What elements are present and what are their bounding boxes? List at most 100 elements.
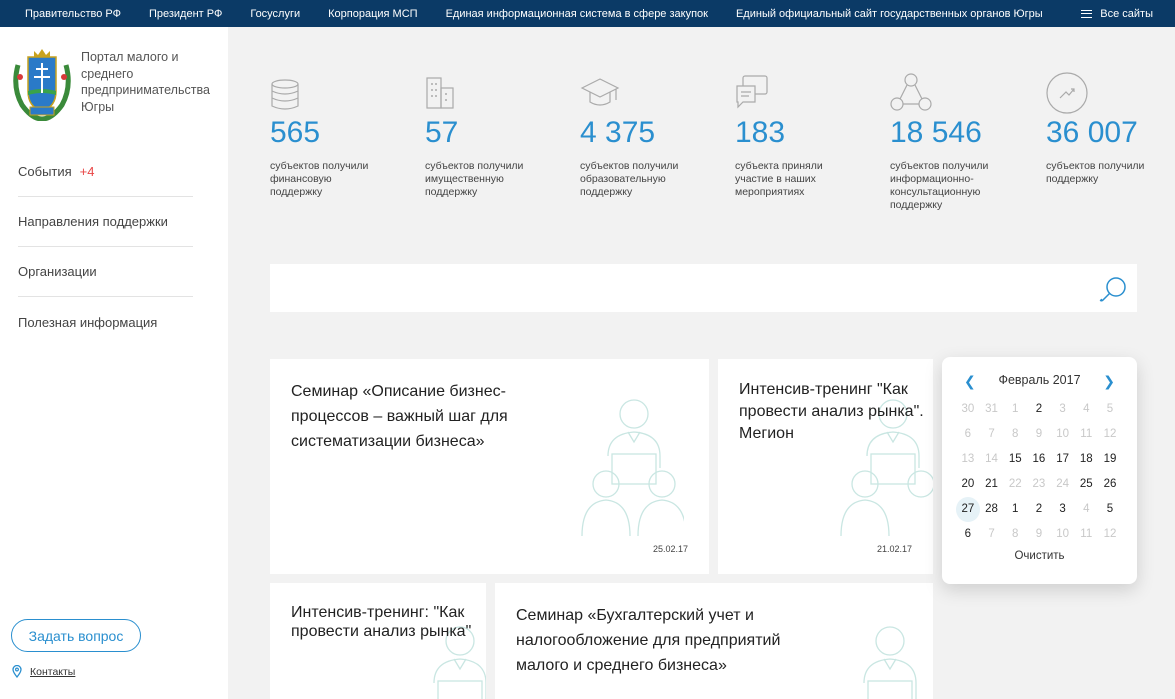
- calendar-day[interactable]: 18: [1074, 447, 1098, 472]
- sidebar-item-label: Организации: [18, 264, 97, 279]
- coat-of-arms-logo[interactable]: [10, 47, 74, 122]
- event-card[interactable]: Интенсив-тренинг "Как провести анализ ры…: [718, 359, 933, 574]
- calendar-clear-button[interactable]: Очистить: [942, 550, 1137, 562]
- card-date: 25.02.17: [652, 544, 688, 554]
- event-card[interactable]: Семинар «Бухгалтерский учет и налогообло…: [495, 583, 933, 699]
- calendar-day: 1: [1012, 403, 1019, 415]
- calendar-day: 24: [1056, 478, 1069, 490]
- audience-illustration: [581, 399, 684, 536]
- contacts-link[interactable]: Контакты: [12, 665, 75, 678]
- all-sites-label: Все сайты: [1100, 7, 1153, 20]
- calendar-day[interactable]: 3: [1051, 497, 1075, 522]
- menu-icon: [1081, 9, 1093, 18]
- calendar-day[interactable]: 16: [1027, 447, 1051, 472]
- calendar-day: 9: [1035, 428, 1043, 440]
- stat-education: 4 375 субъектов получили образовательную…: [580, 72, 720, 199]
- audience-illustration: [863, 626, 917, 699]
- search-input[interactable]: [270, 264, 1090, 312]
- calendar-day: 23: [1032, 478, 1046, 490]
- top-link-government[interactable]: Правительство РФ: [25, 8, 121, 20]
- calendar-day[interactable]: 19: [1098, 447, 1122, 472]
- calendar-day: 30: [961, 403, 975, 415]
- top-link-president[interactable]: Президент РФ: [149, 8, 222, 20]
- all-sites-button[interactable]: Все сайты: [1081, 0, 1153, 27]
- top-bar: Правительство РФ Президент РФ Госуслуги …: [0, 0, 1175, 27]
- calendar-day: 7: [988, 528, 995, 540]
- top-link-msp-corp[interactable]: Корпорация МСП: [328, 8, 417, 20]
- sidebar-item-support[interactable]: Направления поддержки: [18, 197, 193, 247]
- top-link-ugra-gov[interactable]: Единый официальный сайт государственных …: [736, 8, 1043, 20]
- stat-description: субъектов получили образовательную подде…: [580, 160, 679, 198]
- calendar-day: 10: [1056, 428, 1069, 440]
- sidebar-item-organizations[interactable]: Организации: [18, 247, 193, 297]
- chevron-right-icon[interactable]: ❯: [1103, 373, 1115, 390]
- calendar-day[interactable]: 28: [980, 497, 1004, 522]
- stat-number: 4 375: [580, 116, 656, 149]
- sidebar-nav: События +4 Направления поддержки Организ…: [18, 147, 193, 347]
- stat-description: субъектов получили информационно-консуль…: [890, 160, 989, 211]
- stat-description: субъектов получили имущественную поддерж…: [425, 160, 524, 198]
- card-title[interactable]: Семинар «Описание бизнес-процессов – важ…: [291, 379, 551, 454]
- calendar-day[interactable]: 20: [956, 472, 980, 497]
- stat-number: 18 546: [890, 116, 982, 149]
- calendar-day: 8: [1012, 528, 1019, 540]
- calendar-day: 7: [988, 428, 995, 440]
- stat-total: 36 007 субъектов получили поддержку: [1046, 72, 1175, 186]
- top-link-procurement[interactable]: Единая информационная система в сфере за…: [446, 8, 708, 20]
- card-title[interactable]: Интенсив-тренинг "Как провести анализ ры…: [739, 379, 929, 445]
- chat-bubbles-icon: [735, 72, 875, 112]
- search-icon[interactable]: [1099, 276, 1127, 304]
- calendar-day[interactable]: 2: [1027, 497, 1051, 522]
- calendar-day[interactable]: 21: [980, 472, 1004, 497]
- event-card[interactable]: Семинар «Описание бизнес-процессов – важ…: [270, 359, 709, 574]
- portal-title[interactable]: Портал малого и среднего предприниматель…: [81, 49, 221, 115]
- events-count-badge: +4: [79, 164, 95, 179]
- sidebar-item-events[interactable]: События +4: [18, 147, 193, 197]
- top-links: Правительство РФ Президент РФ Госуслуги …: [0, 8, 1071, 20]
- network-icon: [890, 72, 1030, 112]
- stat-description: субъекта приняли участие в наших меропри…: [735, 160, 823, 198]
- contacts-label: Контакты: [30, 665, 76, 678]
- stat-number: 57: [425, 116, 459, 149]
- coins-stack-icon: [270, 72, 410, 112]
- calendar-day: 5: [1106, 403, 1114, 415]
- stat-consulting: 18 546 субъектов получили информационно-…: [890, 72, 1030, 212]
- ask-question-button[interactable]: Задать вопрос: [11, 619, 141, 652]
- card-title[interactable]: Семинар «Бухгалтерский учет и налогообло…: [516, 603, 816, 678]
- trend-circle-icon: [1046, 72, 1175, 114]
- calendar-day: 4: [1083, 403, 1090, 415]
- calendar-day: 14: [985, 453, 998, 465]
- card-date: 21.02.17: [876, 544, 912, 554]
- calendar-day[interactable]: 1: [1003, 497, 1027, 522]
- stat-number: 36 007: [1046, 116, 1138, 149]
- sidebar-item-label: Полезная информация: [18, 314, 158, 330]
- calendar-grid: 30 31 1 2 3 4 5 6 7 8 9 10 11 12 13 14 15 16 17 18 19 20 21 22 2…: [956, 397, 1122, 547]
- location-pin-icon: [12, 665, 22, 678]
- calendar-day-today[interactable]: 27: [956, 497, 980, 522]
- search-bar: [270, 264, 1137, 312]
- calendar-day: 9: [1035, 528, 1043, 540]
- top-link-gosuslugi[interactable]: Госуслуги: [250, 8, 300, 20]
- graduation-cap-icon: [580, 72, 720, 112]
- stat-financial: 565 субъектов получили финансовую поддер…: [270, 72, 410, 199]
- sidebar-item-label: События: [18, 164, 72, 179]
- calendar-day[interactable]: 15: [1003, 447, 1027, 472]
- calendar-day[interactable]: 26: [1098, 472, 1122, 497]
- calendar-day: 22: [1008, 478, 1022, 490]
- calendar-day[interactable]: 5: [1098, 497, 1122, 522]
- sidebar-item-useful-info[interactable]: Полезная информация: [18, 297, 193, 347]
- calendar-day[interactable]: 6: [956, 522, 980, 547]
- calendar-day: 6: [964, 428, 972, 440]
- calendar-day: 31: [985, 403, 998, 415]
- stat-number: 183: [735, 116, 786, 149]
- calendar-day: 11: [1080, 428, 1093, 440]
- event-card[interactable]: Интенсив-тренинг: "Как провести анализ р…: [270, 583, 486, 699]
- calendar-day[interactable]: 25: [1074, 472, 1098, 497]
- calendar-day[interactable]: 17: [1051, 447, 1075, 472]
- calendar-day[interactable]: 2: [1027, 397, 1051, 422]
- sidebar: Портал малого и среднего предприниматель…: [0, 27, 228, 699]
- stat-description: субъектов получили финансовую поддержку: [270, 160, 369, 198]
- stat-description: субъектов получили поддержку: [1046, 160, 1145, 185]
- calendar-day: 13: [961, 453, 975, 465]
- card-title[interactable]: Интенсив-тренинг: "Как провести анализ р…: [291, 603, 481, 641]
